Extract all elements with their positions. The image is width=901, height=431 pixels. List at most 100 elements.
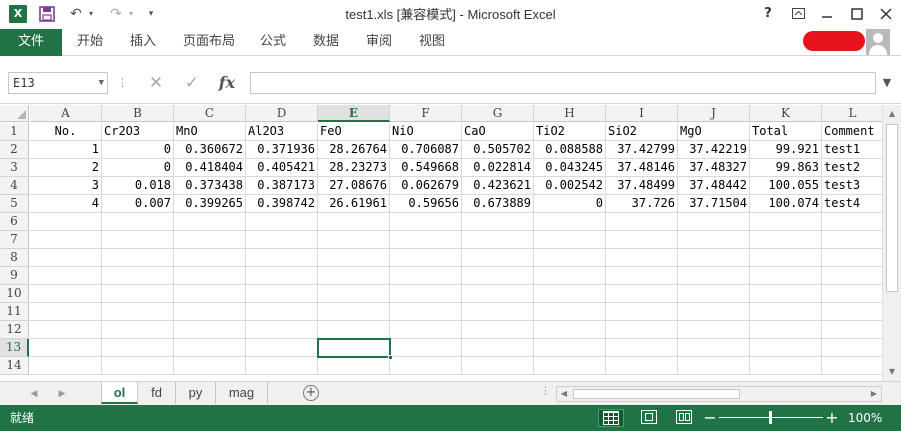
column-header-i[interactable]: I (606, 105, 678, 122)
enter-icon[interactable]: ✓ (180, 72, 204, 94)
row-header-14[interactable]: 14 (0, 357, 29, 375)
cell-b9[interactable] (102, 267, 174, 285)
excel-app-icon[interactable]: X (9, 5, 27, 23)
cell-f9[interactable] (390, 267, 462, 285)
sheet-tab-mag[interactable]: mag (216, 382, 268, 404)
cell-g5[interactable]: 0.673889 (462, 195, 534, 213)
tab-view[interactable]: 视图 (419, 29, 445, 56)
row-header-7[interactable]: 7 (0, 231, 29, 249)
cell-l4[interactable]: test3 (822, 177, 882, 195)
cell-c6[interactable] (174, 213, 246, 231)
cell-j2[interactable]: 37.42219 (678, 141, 750, 159)
cell-h8[interactable] (534, 249, 606, 267)
cell-j4[interactable]: 37.48442 (678, 177, 750, 195)
row-header-11[interactable]: 11 (0, 303, 29, 321)
cell-b12[interactable] (102, 321, 174, 339)
cell-g1[interactable]: CaO (462, 123, 534, 141)
row-header-1[interactable]: 1 (0, 123, 29, 141)
cell-e4[interactable]: 27.08676 (318, 177, 390, 195)
cell-c4[interactable]: 0.373438 (174, 177, 246, 195)
cell-c14[interactable] (174, 357, 246, 375)
cell-c1[interactable]: MnO (174, 123, 246, 141)
cell-j1[interactable]: MgO (678, 123, 750, 141)
cell-k8[interactable] (750, 249, 822, 267)
cell-e6[interactable] (318, 213, 390, 231)
cell-b6[interactable] (102, 213, 174, 231)
cell-e8[interactable] (318, 249, 390, 267)
cell-e14[interactable] (318, 357, 390, 375)
add-sheet-button[interactable]: + (303, 385, 319, 401)
cell-h12[interactable] (534, 321, 606, 339)
cell-j8[interactable] (678, 249, 750, 267)
row-header-12[interactable]: 12 (0, 321, 29, 339)
tab-file[interactable]: 文件 (0, 29, 62, 56)
cell-g2[interactable]: 0.505702 (462, 141, 534, 159)
expand-formula-bar-icon[interactable]: ▼ (878, 72, 896, 94)
column-header-c[interactable]: C (174, 105, 246, 122)
row-header-2[interactable]: 2 (0, 141, 29, 159)
cell-i6[interactable] (606, 213, 678, 231)
cell-b1[interactable]: Cr2O3 (102, 123, 174, 141)
zoom-out-button[interactable]: − (703, 408, 717, 428)
cell-g3[interactable]: 0.022814 (462, 159, 534, 177)
zoom-in-button[interactable]: + (825, 408, 839, 428)
cell-d10[interactable] (246, 285, 318, 303)
cell-h6[interactable] (534, 213, 606, 231)
cell-d13[interactable] (246, 339, 318, 357)
tab-review[interactable]: 审阅 (366, 29, 392, 56)
cell-a5[interactable]: 4 (30, 195, 102, 213)
cell-k7[interactable] (750, 231, 822, 249)
cell-f3[interactable]: 0.549668 (390, 159, 462, 177)
cell-k11[interactable] (750, 303, 822, 321)
cell-a7[interactable] (30, 231, 102, 249)
select-all-button[interactable] (0, 105, 29, 122)
cell-d11[interactable] (246, 303, 318, 321)
tab-insert[interactable]: 插入 (130, 29, 156, 56)
cell-b11[interactable] (102, 303, 174, 321)
cell-a12[interactable] (30, 321, 102, 339)
minimize-icon[interactable] (814, 3, 840, 25)
cell-k6[interactable] (750, 213, 822, 231)
cell-l3[interactable]: test2 (822, 159, 882, 177)
cell-k13[interactable] (750, 339, 822, 357)
cell-c2[interactable]: 0.360672 (174, 141, 246, 159)
cell-h10[interactable] (534, 285, 606, 303)
cell-a1[interactable]: No. (30, 123, 102, 141)
maximize-icon[interactable] (844, 3, 870, 25)
cell-b7[interactable] (102, 231, 174, 249)
cell-i7[interactable] (606, 231, 678, 249)
cell-a10[interactable] (30, 285, 102, 303)
tab-formulas[interactable]: 公式 (260, 29, 286, 56)
cell-f11[interactable] (390, 303, 462, 321)
cell-i12[interactable] (606, 321, 678, 339)
cell-l8[interactable] (822, 249, 882, 267)
close-icon[interactable] (873, 3, 899, 25)
sheet-tab-fd[interactable]: fd (138, 382, 176, 404)
cell-a6[interactable] (30, 213, 102, 231)
cell-d6[interactable] (246, 213, 318, 231)
cell-i13[interactable] (606, 339, 678, 357)
sheet-prev-icon[interactable]: ◀ (26, 386, 42, 402)
row-header-10[interactable]: 10 (0, 285, 29, 303)
cell-e5[interactable]: 26.61961 (318, 195, 390, 213)
cell-a14[interactable] (30, 357, 102, 375)
tab-data[interactable]: 数据 (313, 29, 339, 56)
cell-a9[interactable] (30, 267, 102, 285)
cell-l9[interactable] (822, 267, 882, 285)
cell-h5[interactable]: 0 (534, 195, 606, 213)
cell-a4[interactable]: 3 (30, 177, 102, 195)
cell-j11[interactable] (678, 303, 750, 321)
cell-f6[interactable] (390, 213, 462, 231)
cell-b5[interactable]: 0.007 (102, 195, 174, 213)
cell-f5[interactable]: 0.59656 (390, 195, 462, 213)
cell-g8[interactable] (462, 249, 534, 267)
column-header-l[interactable]: L (822, 105, 882, 122)
scroll-down-icon[interactable]: ▼ (883, 363, 901, 380)
cell-f8[interactable] (390, 249, 462, 267)
horizontal-scroll-thumb[interactable] (573, 389, 740, 399)
cell-j10[interactable] (678, 285, 750, 303)
cell-j3[interactable]: 37.48327 (678, 159, 750, 177)
cell-j13[interactable] (678, 339, 750, 357)
cell-h11[interactable] (534, 303, 606, 321)
cell-b3[interactable]: 0 (102, 159, 174, 177)
